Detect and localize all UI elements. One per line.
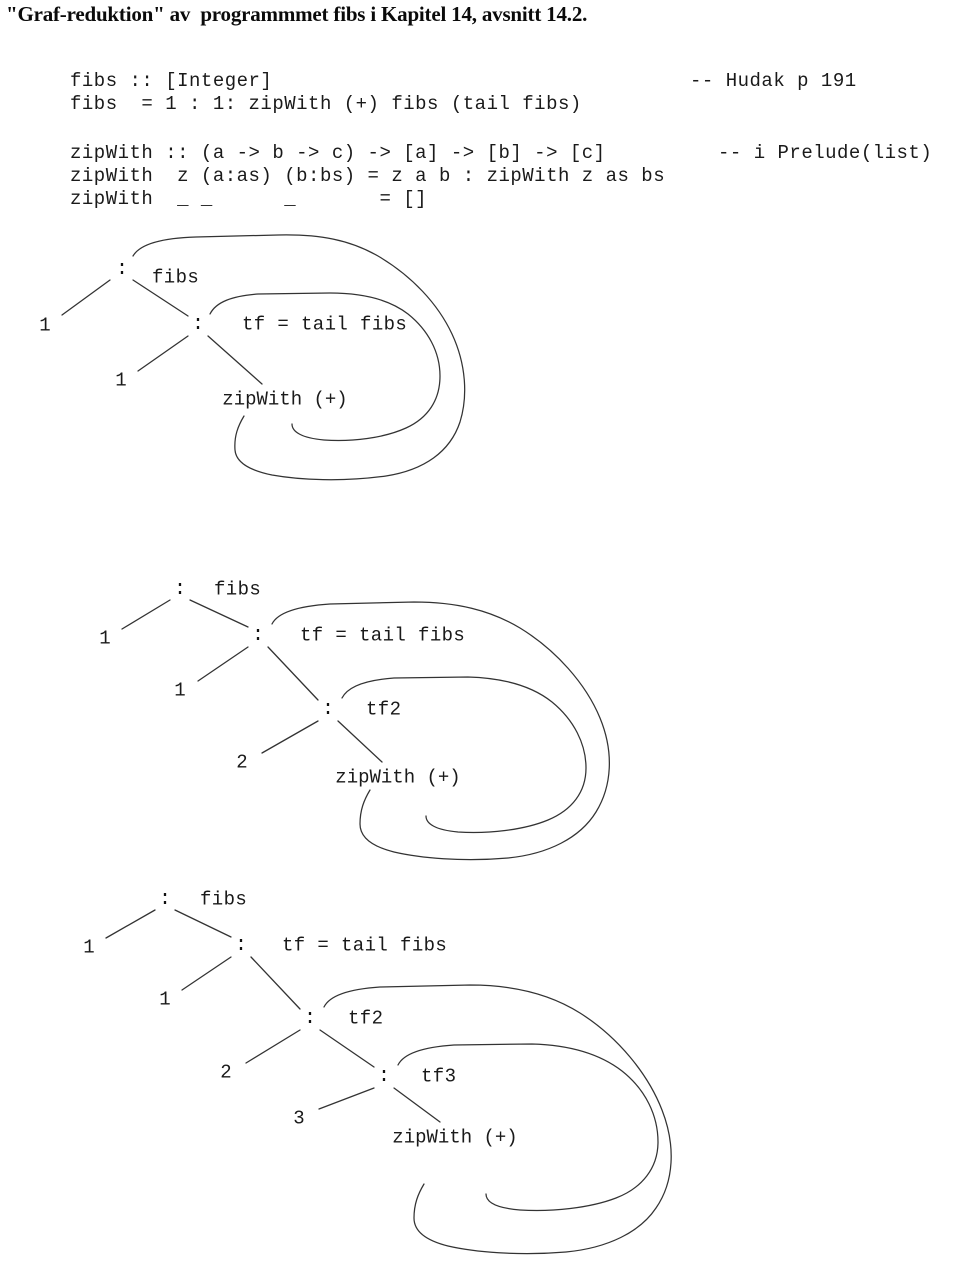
node-label-fibs: fibs bbox=[200, 888, 248, 911]
graph-reduction-step-3: : fibs: tf = tail fibs: tf2: tf3 1 1 2 3 zipWith … bbox=[0, 870, 960, 1255]
leaf-leaf-1a: 1 bbox=[99, 627, 111, 650]
code-line: fibs :: [Integer] bbox=[70, 70, 273, 92]
cons-edge bbox=[245, 1029, 301, 1064]
cons-node-tf: : bbox=[251, 624, 265, 647]
leaf-leaf-1b: 1 bbox=[159, 988, 171, 1011]
node-label-tf: tf = tail fibs bbox=[300, 624, 466, 647]
node-label-tf2: tf2 bbox=[348, 1007, 384, 1030]
graph-reduction-step-1: : fibs: tf = tail fibs 1 1 zipWith (+) bbox=[0, 230, 960, 500]
cons-node-tf: : bbox=[234, 934, 248, 957]
cons-edge bbox=[121, 599, 171, 630]
cons-node-fibs: : bbox=[115, 258, 129, 281]
cons-node-tf2: : bbox=[303, 1007, 317, 1030]
leaf-leaf-3: 3 bbox=[293, 1107, 305, 1130]
leaf-leaf-1a: 1 bbox=[39, 314, 51, 337]
cons-edge bbox=[189, 599, 249, 628]
cons-node-fibs: : bbox=[158, 888, 172, 911]
leaf-leaf-2: 2 bbox=[220, 1061, 232, 1084]
leaf-thunk: zipWith (+) bbox=[335, 766, 461, 789]
graph-edges-and-loops bbox=[121, 599, 610, 861]
graph-reduction-step-2: : fibs: tf = tail fibs: tf2 1 1 2 zipWith (+) bbox=[0, 560, 960, 861]
code-line: fibs = 1 : 1: zipWith (+) fibs (tail fib… bbox=[70, 93, 582, 115]
cons-edge bbox=[250, 956, 301, 1010]
graph-edges-and-loops bbox=[105, 909, 672, 1255]
cons-edge bbox=[393, 1087, 441, 1123]
cons-edge bbox=[318, 1087, 375, 1110]
cons-node-tf: : bbox=[191, 313, 205, 336]
leaf-leaf-1a: 1 bbox=[83, 936, 95, 959]
node-label-tf2: tf2 bbox=[366, 698, 402, 721]
code-line: zipWith z (a:as) (b:bs) = z a b : zipWit… bbox=[70, 165, 666, 187]
node-label-tf: tf = tail fibs bbox=[242, 313, 408, 336]
cons-edge bbox=[174, 909, 232, 938]
cons-node-fibs: : bbox=[173, 578, 187, 601]
code-line: zipWith _ _ _ = [] bbox=[70, 188, 428, 210]
cons-edge bbox=[137, 335, 189, 372]
node-label-tf3: tf3 bbox=[421, 1065, 457, 1088]
node-label-tf: tf = tail fibs bbox=[282, 934, 448, 957]
cons-edge bbox=[261, 720, 319, 754]
code-comment: -- i Prelude(list) bbox=[718, 142, 933, 164]
page-title: "Graf-reduktion" av programmmet fibs i K… bbox=[6, 2, 588, 26]
cons-edge bbox=[337, 720, 383, 763]
cons-edge bbox=[105, 909, 156, 939]
leaf-leaf-1b: 1 bbox=[174, 679, 186, 702]
leaf-thunk: zipWith (+) bbox=[392, 1126, 518, 1149]
node-label-fibs: fibs bbox=[152, 266, 200, 289]
code-comment: -- Hudak p 191 bbox=[690, 70, 857, 92]
cons-edge bbox=[61, 279, 111, 316]
page-canvas: "Graf-reduktion" av programmmet fibs i K… bbox=[0, 0, 960, 1255]
code-line: zipWith :: (a -> b -> c) -> [a] -> [b] -… bbox=[70, 142, 606, 164]
cons-node-tf2: : bbox=[321, 698, 335, 721]
cons-node-tf3: : bbox=[377, 1065, 391, 1088]
leaf-leaf-1b: 1 bbox=[115, 369, 127, 392]
cons-edge bbox=[197, 646, 249, 682]
leaf-leaf-2: 2 bbox=[236, 751, 248, 774]
node-label-fibs: fibs bbox=[214, 578, 262, 601]
cons-edge bbox=[319, 1029, 375, 1068]
cons-edge bbox=[207, 335, 263, 385]
cons-edge bbox=[267, 646, 319, 701]
leaf-thunk: zipWith (+) bbox=[222, 388, 348, 411]
cons-edge bbox=[181, 956, 232, 991]
graph-edges-and-loops bbox=[61, 234, 466, 481]
